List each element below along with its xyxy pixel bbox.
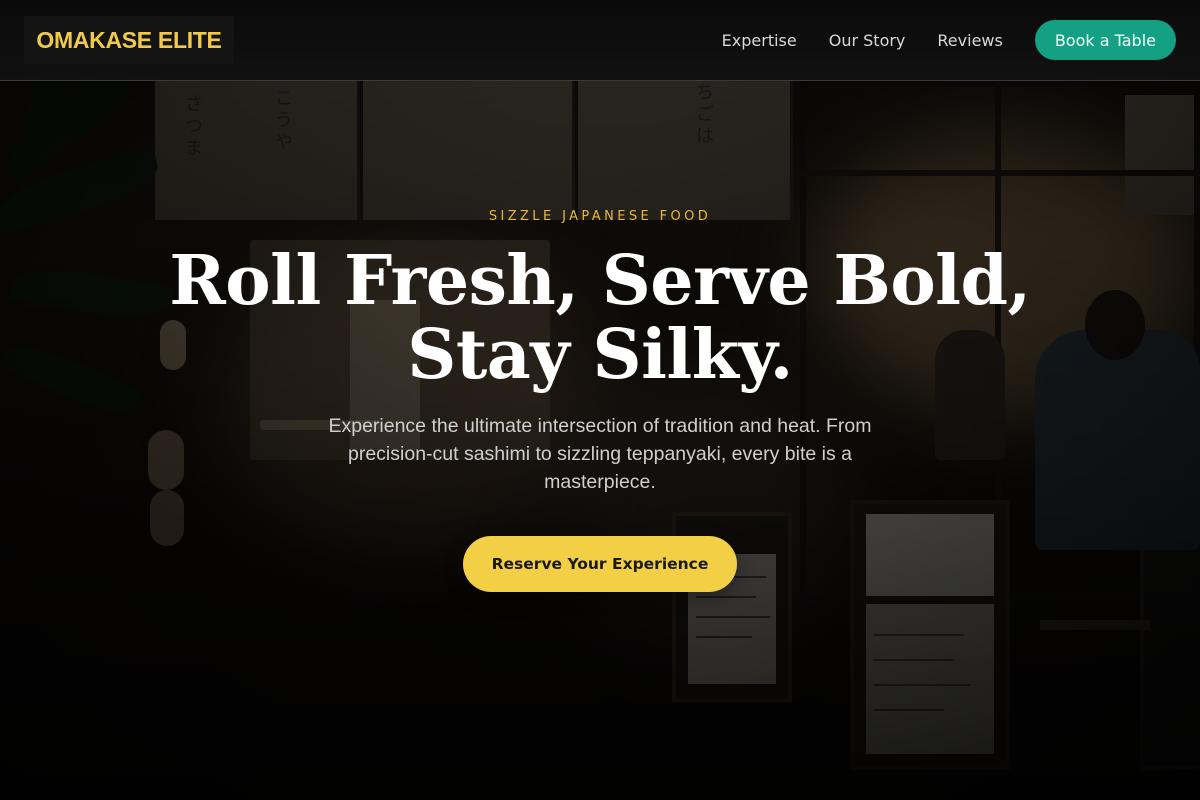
hero-subtitle: Experience the ultimate intersection of … [328, 415, 872, 493]
hero-section: SIZZLE JAPANESE FOOD Roll Fresh, Serve B… [0, 0, 1200, 800]
hero-headline-line-2: Stay Silky. [407, 315, 793, 395]
hero-eyebrow: SIZZLE JAPANESE FOOD [488, 209, 712, 224]
hero-headline: Roll Fresh, Serve Bold, Stay Silky. [0, 244, 1200, 392]
hero-headline-line-1: Roll Fresh, Serve Bold, [169, 241, 1031, 321]
reserve-experience-button[interactable]: Reserve Your Experience [463, 536, 737, 592]
